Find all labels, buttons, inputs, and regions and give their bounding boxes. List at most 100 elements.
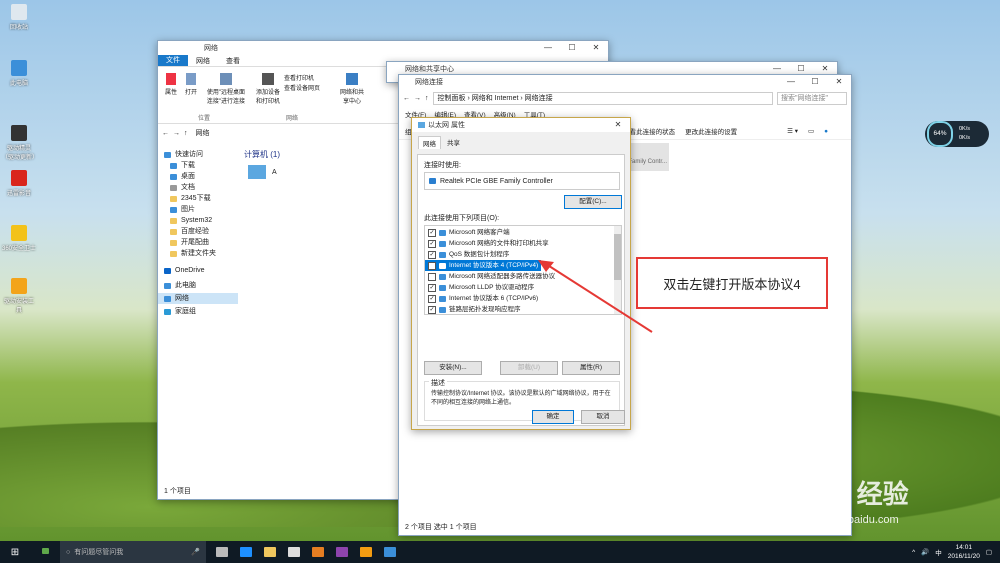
forward-arrow-icon[interactable]: → [414,95,421,102]
nav-onedrive[interactable]: OneDrive [158,265,238,276]
toolbar-change-settings[interactable]: 更改此连接的设置 [685,126,737,136]
ribbon-properties-button[interactable]: 属性 [164,73,178,96]
preview-pane-icon[interactable]: ▭ [808,127,814,135]
tab-view[interactable]: 查看 [218,56,248,66]
nav-item-baidu[interactable]: 百度经验 [158,226,238,237]
volume-icon[interactable]: 🔊 [921,548,929,556]
nav-item-desktop[interactable]: 桌面 [158,171,238,182]
speed-widget[interactable]: 64% 0K/s 0K/s [925,121,989,147]
protocol-icon [439,251,446,258]
protocol-label: Internet 协议版本 4 (TCP/IPv4) [449,262,539,269]
nav-item-music[interactable]: 开尾配曲 [158,237,238,248]
desktop-icon-recycle-bin[interactable]: 回收站 [2,4,36,31]
back-arrow-icon[interactable]: ← [403,95,410,102]
up-arrow-icon[interactable]: ↑ [184,130,188,137]
protocol-checkbox[interactable]: ✓ [428,294,436,303]
ime-indicator[interactable]: 中 [935,547,942,557]
network-connections-taskbar-icon[interactable] [384,547,396,557]
nav-item-system32[interactable]: System32 [158,215,238,226]
desktop-icon-this-pc[interactable]: 此电脑 [2,60,36,87]
ribbon-network-center-button[interactable]: 网络和共享中心 [338,73,366,105]
nav-item-2345[interactable]: 2345下载 [158,193,238,204]
forward-arrow-icon[interactable]: → [173,130,180,137]
configure-button[interactable]: 配置(C)... [564,195,622,209]
nav-item-newfolder[interactable]: 新建文件夹 [158,248,238,259]
help-icon[interactable]: ● [824,128,828,135]
protocol-item[interactable]: ✓ Microsoft 网络的文件和打印机共享 [425,238,621,249]
protocol-checkbox[interactable]: ✓ [428,228,436,237]
protocol-checkbox[interactable]: ✓ [428,261,436,270]
network-center-icon [346,73,358,85]
computer-item[interactable]: A [248,165,277,179]
taskbar-search[interactable]: ○ 有问题尽管问我 🎤 [60,541,206,563]
nav-item-documents[interactable]: 文档 [158,182,238,193]
cancel-button[interactable]: 取消 [581,410,625,424]
protocol-item[interactable]: ✓ Internet 协议版本 4 (TCP/IPv4) [425,260,541,271]
ribbon-view-device-page[interactable]: 查看设备网页 [284,83,334,92]
start-icon[interactable]: ⊞ [0,547,30,558]
uninstall-button[interactable]: 卸载(U) [500,361,558,375]
app-icon[interactable] [30,548,60,556]
edge-icon[interactable] [240,547,252,557]
back-arrow-icon[interactable]: ← [162,130,169,137]
nav-item-downloads[interactable]: 下载 [158,160,238,171]
task-view-icon[interactable] [216,547,228,557]
protocol-icon [439,284,446,291]
close-icon[interactable]: ✕ [827,75,851,89]
minimize-icon[interactable]: — [779,75,803,89]
desktop-icon-security[interactable]: 360安全卫士 [2,225,36,252]
dialog-tab-sharing[interactable]: 共享 [443,136,464,149]
chevron-up-icon[interactable]: ^ [912,549,915,556]
protocol-checkbox[interactable] [428,272,436,281]
items-label: 此连接使用下列项目(O): [424,215,500,222]
tab-network[interactable]: 网络 [188,56,218,66]
desktop-icon-tool[interactable]: 驱动安装工具 [2,278,36,314]
ribbon-view-printers[interactable]: 查看打印机 [284,73,334,82]
view-options-icon[interactable]: ☰ ▾ [787,127,798,135]
nav-network[interactable]: 网络 [158,293,238,304]
clock[interactable]: 14:01 2016/11/20 [948,543,980,561]
ok-button[interactable]: 确定 [532,410,574,424]
explorer-taskbar-icon[interactable] [264,547,276,557]
protocol-checkbox[interactable]: ✓ [428,250,436,259]
netconn-breadcrumb[interactable]: 控制面板 › 网络和 Internet › 网络连接 [432,92,773,105]
minimize-icon[interactable]: — [536,41,560,55]
notification-icon[interactable]: ▢ [986,548,992,556]
nav-item-pictures[interactable]: 图片 [158,204,238,215]
watermark-url: jingyan.baidu.com [810,514,899,526]
app-icon-4[interactable] [360,547,372,557]
microphone-icon[interactable]: 🎤 [191,548,200,556]
maximize-icon[interactable]: ☐ [803,75,827,89]
ribbon-group-network: 网络 [286,116,299,122]
protocol-checkbox[interactable]: ✓ [428,239,436,248]
dialog-title: 以太网 属性 [428,122,465,129]
app-icon-3[interactable] [336,547,348,557]
ribbon-open-button[interactable]: 打开 [184,73,198,96]
ribbon-add-device-button[interactable]: 添加设备和打印机 [254,73,282,105]
netconn-search[interactable]: 搜索"网络连接" [777,92,847,105]
dialog-tab-network[interactable]: 网络 [418,136,441,149]
desktop-icon-driver[interactable]: 驱动精灵（驱动更新） [2,125,38,161]
close-icon[interactable]: ✕ [584,41,608,55]
nav-quick-access[interactable]: 快速访问 [158,149,238,160]
adapter-field: Realtek PCIe GBE Family Controller [424,172,620,190]
ribbon-remote-desktop-button[interactable]: 使用"远程桌面连接"进行连接 [204,73,248,105]
tab-file[interactable]: 文件 [158,55,188,66]
protocol-checkbox[interactable]: ✓ [428,305,436,314]
install-button[interactable]: 安装(N)... [424,361,482,375]
tool-icon [11,278,27,294]
maximize-icon[interactable]: ☐ [560,41,584,55]
nav-homegroup[interactable]: 家庭组 [158,306,238,317]
close-icon[interactable]: ✕ [606,118,630,132]
protocol-item[interactable]: ✓ Microsoft 网络客户端 [425,227,621,238]
nav-this-pc[interactable]: 此电脑 [158,280,238,291]
protocol-checkbox[interactable]: ✓ [428,283,436,292]
properties-button[interactable]: 属性(R) [562,361,620,375]
app-icon-2[interactable] [312,547,324,557]
desktop-icon-player[interactable]: 迅雷影音 [2,170,36,197]
store-icon[interactable] [288,547,300,557]
explorer-nav-pane: 快速访问 下载 桌面 文档 2345下载 图片 System32 百度经验 开尾… [158,149,238,317]
arrow-head [538,260,554,272]
up-arrow-icon[interactable]: ↑ [425,95,429,102]
section-title[interactable]: 计算机 (1) [244,149,280,160]
